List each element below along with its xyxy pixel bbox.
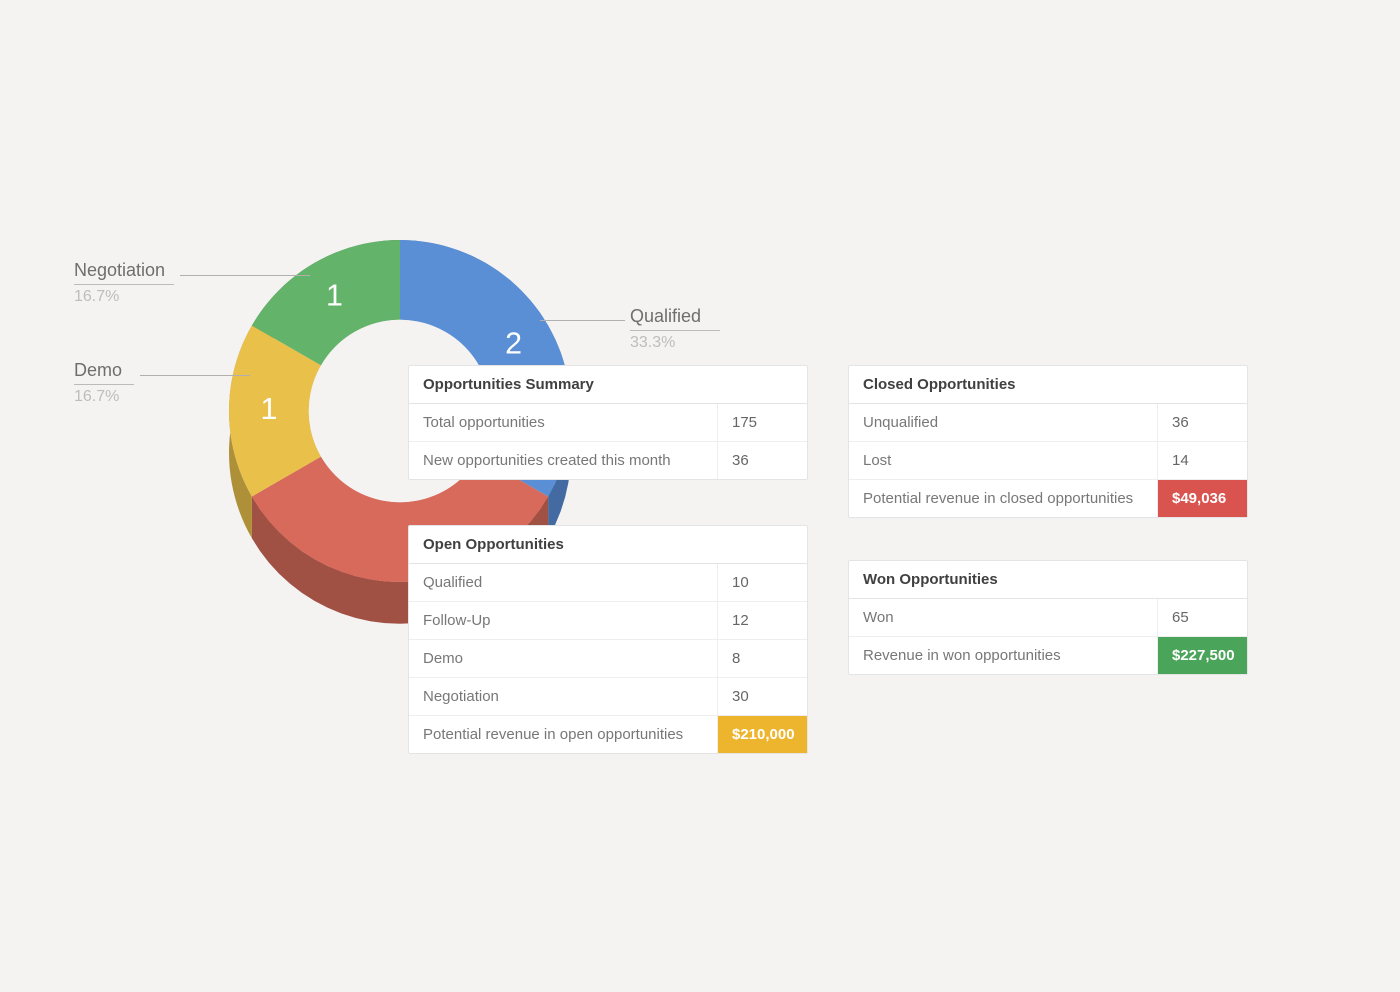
row-value: 8 (717, 640, 807, 677)
slice-label-pct: 33.3% (630, 333, 720, 352)
table-row: Follow-Up 12 (409, 602, 807, 640)
table-row: Lost 14 (849, 442, 1247, 480)
slice-label-pct: 16.7% (74, 287, 174, 306)
slice-label-name: Demo (74, 360, 134, 385)
slice-label-demo: Demo 16.7% (74, 360, 134, 406)
table-header: Opportunities Summary (409, 366, 807, 404)
table-header: Won Opportunities (849, 561, 1247, 599)
row-value-highlight: $227,500 (1157, 637, 1247, 674)
table-row: Potential revenue in closed opportunitie… (849, 480, 1247, 517)
table-header: Open Opportunities (409, 526, 807, 564)
row-label: Lost (849, 442, 1157, 479)
row-value: 65 (1157, 599, 1247, 636)
row-label: Potential revenue in open opportunities (409, 716, 717, 753)
leader-line (540, 320, 625, 321)
row-label: Unqualified (849, 404, 1157, 441)
slice-label-name: Negotiation (74, 260, 174, 285)
row-label: Demo (409, 640, 717, 677)
table-row: Total opportunities 175 (409, 404, 807, 442)
row-label: New opportunities created this month (409, 442, 717, 479)
row-label: Won (849, 599, 1157, 636)
slice-label-qualified: Qualified 33.3% (630, 306, 720, 352)
leader-line (140, 375, 250, 376)
row-value-highlight: $210,000 (717, 716, 807, 753)
row-value: 36 (1157, 404, 1247, 441)
table-row: Won 65 (849, 599, 1247, 637)
table-row: Qualified 10 (409, 564, 807, 602)
table-row: Potential revenue in open opportunities … (409, 716, 807, 753)
row-value-highlight: $49,036 (1157, 480, 1247, 517)
table-row: Unqualified 36 (849, 404, 1247, 442)
slice-count: 2 (505, 326, 522, 360)
opportunities-summary-table: Opportunities Summary Total opportunitie… (408, 365, 808, 480)
table-row: New opportunities created this month 36 (409, 442, 807, 479)
won-opportunities-table: Won Opportunities Won 65 Revenue in won … (848, 560, 1248, 675)
row-label: Revenue in won opportunities (849, 637, 1157, 674)
row-value: 36 (717, 442, 807, 479)
slice-count: 1 (326, 278, 343, 312)
row-value: 175 (717, 404, 807, 441)
row-label: Negotiation (409, 678, 717, 715)
row-value: 10 (717, 564, 807, 601)
row-value: 12 (717, 602, 807, 639)
row-label: Follow-Up (409, 602, 717, 639)
table-header: Closed Opportunities (849, 366, 1247, 404)
slice-count: 1 (260, 392, 277, 426)
open-opportunities-table: Open Opportunities Qualified 10 Follow-U… (408, 525, 808, 754)
row-value: 14 (1157, 442, 1247, 479)
row-label: Potential revenue in closed opportunitie… (849, 480, 1157, 517)
row-value: 30 (717, 678, 807, 715)
row-label: Qualified (409, 564, 717, 601)
table-row: Negotiation 30 (409, 678, 807, 716)
table-row: Demo 8 (409, 640, 807, 678)
slice-label-pct: 16.7% (74, 387, 134, 406)
table-row: Revenue in won opportunities $227,500 (849, 637, 1247, 674)
row-label: Total opportunities (409, 404, 717, 441)
leader-line (180, 275, 310, 276)
closed-opportunities-table: Closed Opportunities Unqualified 36 Lost… (848, 365, 1248, 518)
slice-label-name: Qualified (630, 306, 720, 331)
slice-label-negotiation: Negotiation 16.7% (74, 260, 174, 306)
